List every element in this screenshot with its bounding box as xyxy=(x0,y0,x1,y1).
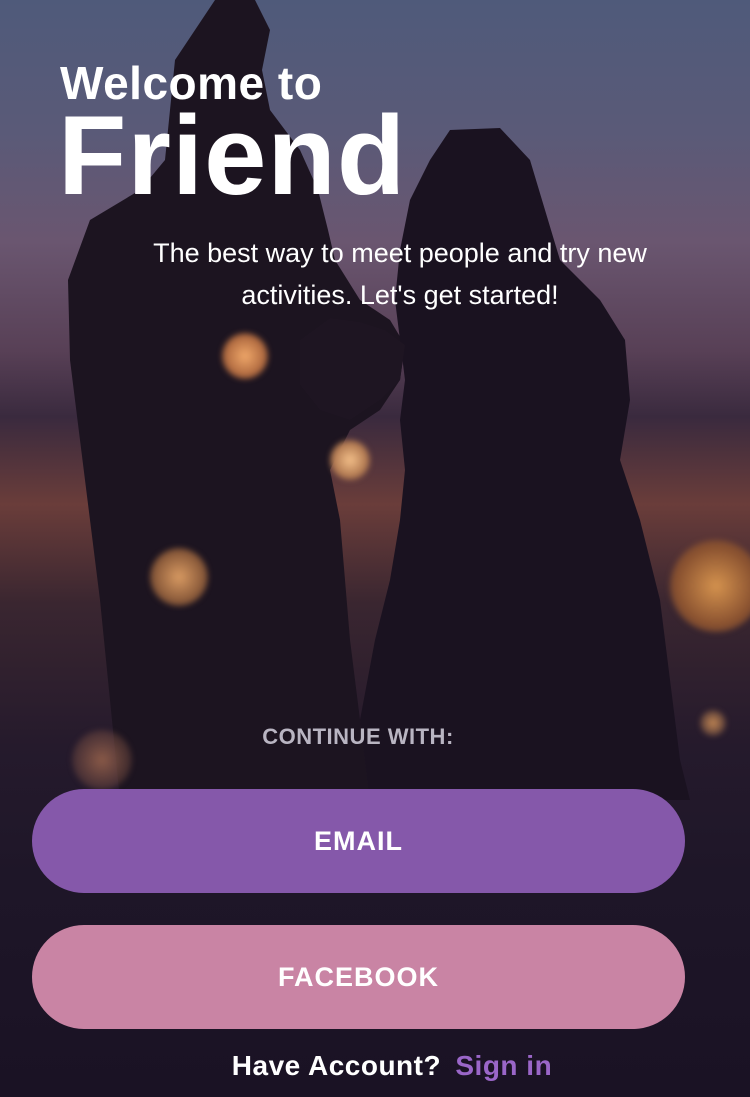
facebook-button-label: FACEBOOK xyxy=(277,961,439,992)
facebook-button[interactable]: FACEBOOK xyxy=(32,925,685,1029)
email-button[interactable]: EMAIL xyxy=(32,789,685,893)
bokeh-light xyxy=(222,333,268,379)
have-account-text: Have Account? xyxy=(231,1050,442,1081)
sign-in-row: Have Account? Sign in xyxy=(0,1050,750,1082)
app-name-title: Friend xyxy=(58,93,407,218)
bokeh-light xyxy=(150,548,208,606)
tagline-text: The best way to meet people and try new … xyxy=(153,238,647,310)
email-button-label: EMAIL xyxy=(314,825,403,856)
continue-with-label: CONTINUE WITH: xyxy=(262,724,454,749)
sign-in-link[interactable]: Sign in xyxy=(455,1050,552,1081)
bokeh-light xyxy=(330,440,370,480)
welcome-screen: Welcome to Friend The best way to meet p… xyxy=(0,0,750,1097)
